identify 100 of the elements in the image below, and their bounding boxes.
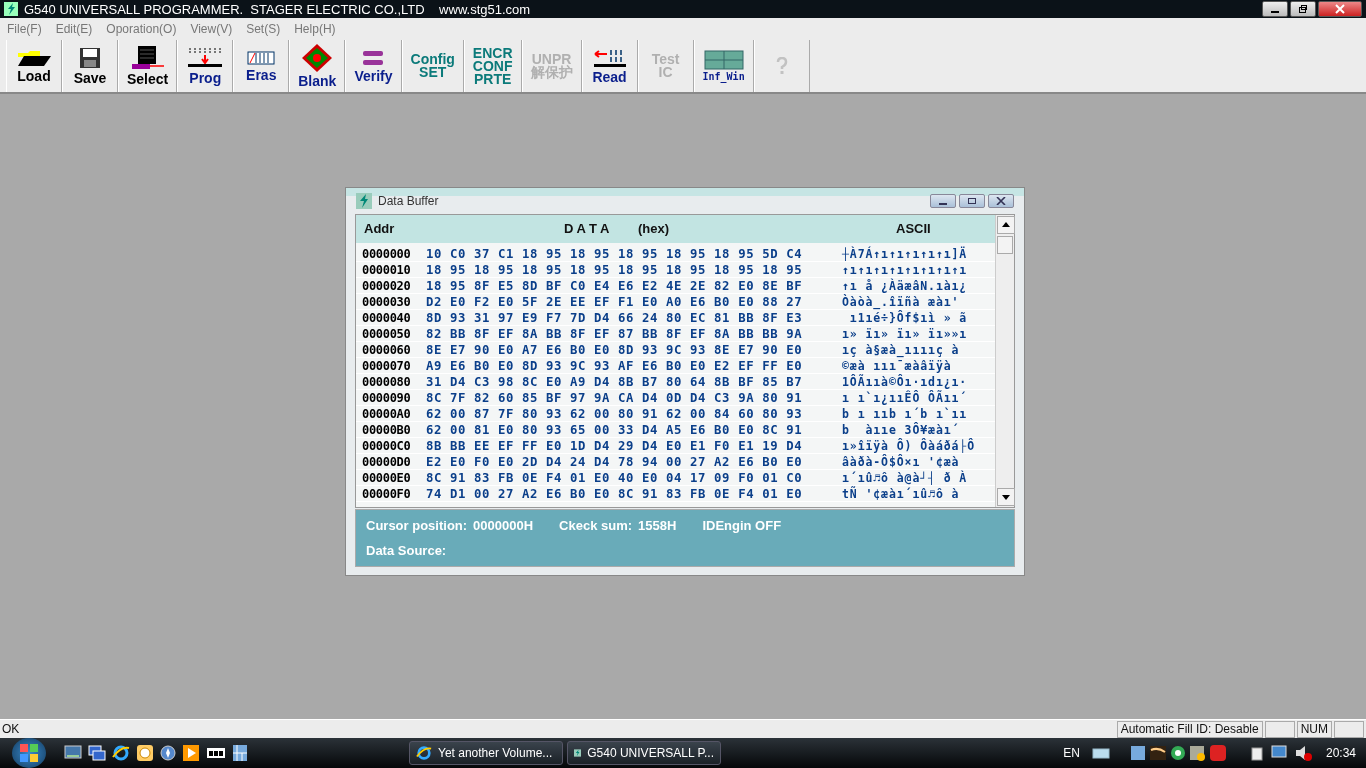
ascii-cell: ıç à§æà_ııııç à [842,342,960,357]
hex-data-cell-text: 8D 93 31 97 E9 F7 7D D4 66 24 80 EC 81 BB 8F E3 [426,310,804,325]
start-button[interactable] [12,738,46,768]
diamond-icon [302,44,333,72]
ascii-cell: Òàòà_.îïñà æàı' [842,294,960,309]
toolbar-button[interactable]: Select [118,40,178,92]
toolbar-button[interactable]: Blank [289,40,346,92]
help-icon [774,57,789,75]
desktop-icon[interactable] [64,745,82,761]
address-cell-text: 0000060 [361,342,412,357]
scroll-up-icon[interactable] [997,216,1015,234]
scroll-thumb[interactable] [997,236,1013,254]
menu-item[interactable]: File(F) [0,22,49,36]
minimize-button[interactable] [1262,1,1288,17]
ascii-cell-text: ı1ıé÷}Ôf$ıì » ã [849,310,968,325]
minimize-icon [939,203,947,205]
minimize-icon [1271,11,1279,13]
toolbar-button[interactable]: Prog [177,40,234,92]
status-pane [1334,720,1364,738]
info-label: Data Source: [366,543,448,558]
browser-icon[interactable] [112,744,130,762]
language-indicator[interactable]: EN [1063,746,1080,760]
window-title: G540 UNIVERSALL PROGRAMMER. STAGER ELECTRIC CO.,LTD www.stg51.com [24,1,532,17]
menu-item[interactable]: Oporation(O) [99,22,184,36]
hex-data-cell-text: 18 95 18 95 18 95 18 95 18 95 18 95 18 95 18 95 [426,262,804,277]
toolbar-button[interactable]: Inf_Win [693,40,754,92]
windows-icon[interactable] [88,745,106,761]
taskbar-button[interactable]: G540 UNIVERSALL P... [567,741,721,765]
close-icon [996,197,1006,205]
lightning-icon [356,193,372,209]
address-cell-text: 00000B0 [361,422,412,437]
status-pane: NUM [1296,720,1332,738]
menu-item[interactable]: Help(H) [287,22,343,36]
hex-data-cell-text: 8C 91 83 FB 0E F4 01 E0 40 E0 04 17 09 F0 01 C0 [426,470,804,485]
keyboard-icon[interactable] [206,746,226,760]
ascii-cell: tÑ '¢æàı´ıû♬ô à [842,486,960,501]
address-cell-text: 0000080 [361,374,412,389]
toolbar-button[interactable]: Config SET [401,40,464,92]
hex-data-cell-text: 18 95 8F E5 8D BF C0 E4 E6 E2 4E 2E 82 E0 8E BF [426,278,804,293]
toolbar-button[interactable]: Read [581,40,638,92]
hex-data-cell-text: 82 BB 8F EF 8A BB 8F EF 87 BB 8F EF 8A BB BB 9A [426,326,804,341]
menu-item[interactable]: Edit(E) [48,22,100,36]
ascii-cell: âàðà-Ô$Ô×ı '¢æà [842,454,960,469]
address-cell-text: 0000070 [361,358,412,373]
keyboard-icon[interactable] [1091,747,1110,759]
compass-icon[interactable] [160,745,176,761]
clock: 20:34 [1325,746,1356,760]
toolbar-button[interactable]: Load [6,40,62,92]
taskbar-button[interactable]: Yet another Volume... [409,741,563,765]
hex-data-cell-text: 74 D1 00 27 A2 E6 B0 E0 8C 91 83 FB 0E F4 01 E0 [426,486,804,501]
lightning-icon [4,2,18,16]
address-cell-text: 00000D0 [361,454,412,469]
column-header: Addr [364,221,395,236]
toolbar-button[interactable]: ENCR CONF PRTE [463,40,522,92]
column-header: ASCII [896,221,931,236]
grid-icon[interactable] [232,744,248,762]
toolbar-button[interactable]: Verify [345,40,402,92]
hex-data-cell-text: 31 D4 C3 98 8C E0 A9 D4 8B B7 80 64 8B BF 85 B7 [426,374,804,389]
play-icon[interactable] [182,744,200,762]
hex-data-cell-text: A9 E6 B0 E0 8D 93 9C 93 AF E6 B0 E0 E2 EF FF E0 [426,358,804,373]
scroll-down-icon[interactable] [997,488,1015,506]
info-value: 0000000H [473,518,534,533]
address-cell-text: 00000C0 [361,438,412,453]
address-cell-text: 0000000 [361,246,412,261]
hex-data-cell-text: 10 C0 37 C1 18 95 18 95 18 95 18 95 18 95 5D C4 [426,246,804,261]
restore-icon [967,197,977,205]
window-panes-icon [703,50,744,70]
status-message: OK [1,722,21,736]
restore-button[interactable] [959,194,985,208]
menu-item[interactable]: View(V) [183,22,240,36]
status-pane [1264,720,1295,738]
info-value: 1558H [638,518,677,533]
hex-data-cell-text: 8B BB EE EF FF E0 1D D4 29 D4 E0 E1 F0 E1 19 D4 [426,438,804,453]
hex-data-cell-text: 8C 7F 82 60 85 BF 97 9A CA D4 0D D4 C3 9A 80 91 [426,390,804,405]
restore-icon [1298,4,1308,14]
ascii-cell: b àııe 3Ô¥æàı´ [842,422,960,437]
close-button[interactable] [988,194,1014,208]
ascii-cell: 1ÔÃııà©Ôı·ıdı¿ı· [842,374,968,389]
hex-data-cell-text: 62 00 87 7F 80 93 62 00 80 91 62 00 84 60 80 93 [426,406,804,421]
hex-data-cell-text: D2 E0 F2 E0 5F 2E EE EF F1 E0 A0 E6 B0 E0 88 27 [426,294,804,309]
toolbar-button[interactable]: Save [62,40,118,92]
column-header: D A T A [564,221,610,236]
minimize-button[interactable] [930,194,956,208]
restore-button[interactable] [1290,1,1316,17]
browser-icon [416,745,432,761]
hex-data-cell-text: 62 00 81 E0 80 93 65 00 33 D4 A5 E6 B0 E0 8C 91 [426,422,804,437]
hex-data-cell-text: E2 E0 F0 E0 2D D4 24 D4 78 94 00 27 A2 E6 B0 E0 [426,454,804,469]
info-label: IDEngin OFF [702,518,782,533]
close-icon [1335,4,1345,14]
windows-logo-icon [18,742,40,764]
chip-read-icon [592,48,627,68]
address-cell-text: 0000090 [361,390,412,405]
toolbar-button[interactable]: Eras [233,40,290,92]
ascii-cell: ↑ı↑ı↑ı↑ı↑ı↑ı↑ı↑ı [842,262,968,277]
column-header: (hex) [638,221,670,236]
eraser-chip-icon [247,50,276,66]
scrollbar[interactable] [995,215,1014,507]
menu-item[interactable]: Set(S) [239,22,288,36]
close-button[interactable] [1318,1,1362,17]
address-cell-text: 0000050 [361,326,412,341]
